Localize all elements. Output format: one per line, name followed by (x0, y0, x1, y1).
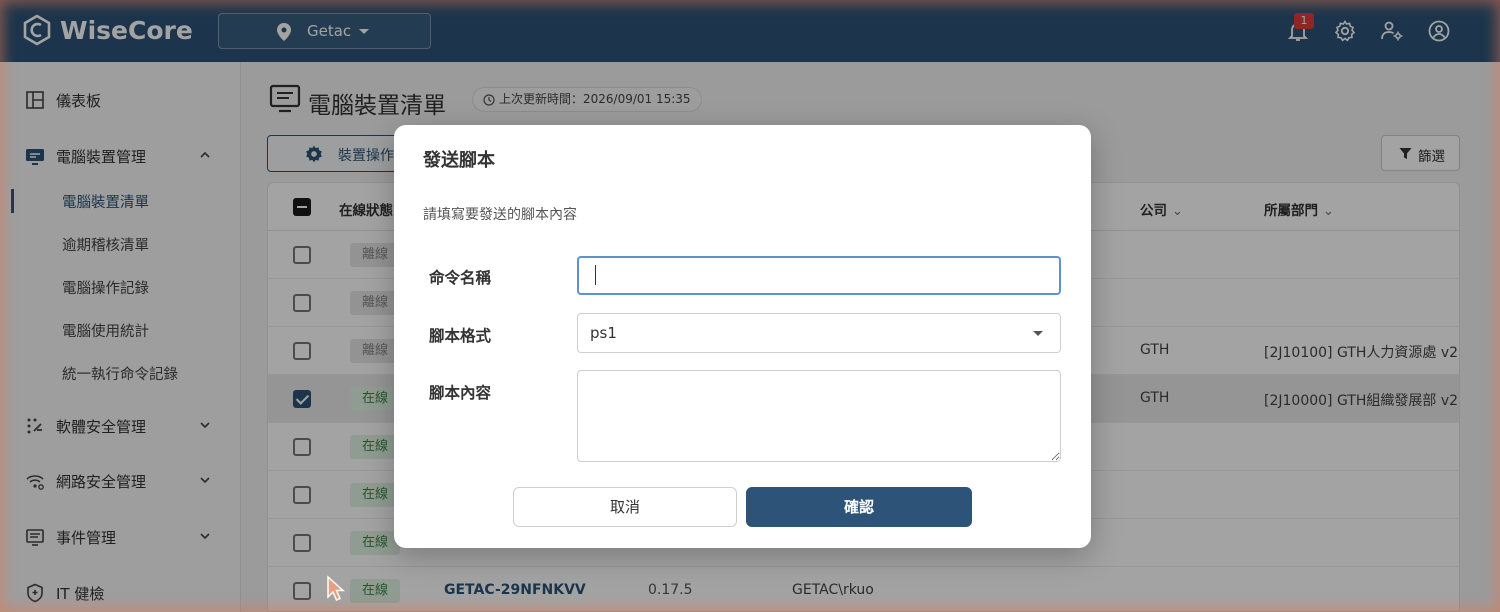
dropdown-arrow-icon (1033, 331, 1043, 336)
script-content-label: 腳本內容 (429, 384, 492, 402)
command-name-input[interactable] (577, 256, 1061, 295)
dialog-description: 請填寫要發送的腳本內容 (423, 207, 577, 223)
script-format-label: 腳本格式 (429, 327, 492, 345)
script-content-textarea[interactable] (577, 370, 1061, 462)
text-cursor (595, 265, 596, 285)
dialog-title: 發送腳本 (423, 150, 495, 171)
script-format-select[interactable]: ps1 (577, 313, 1061, 353)
confirm-button[interactable]: 確認 (746, 487, 972, 527)
command-name-label: 命令名稱 (429, 269, 492, 287)
cancel-button[interactable]: 取消 (513, 487, 737, 527)
send-script-dialog: 發送腳本 請填寫要發送的腳本內容 命令名稱 腳本格式 ps1 腳本內容 取消 確… (394, 125, 1091, 548)
script-format-value: ps1 (590, 324, 617, 342)
mouse-pointer-icon (327, 575, 345, 601)
